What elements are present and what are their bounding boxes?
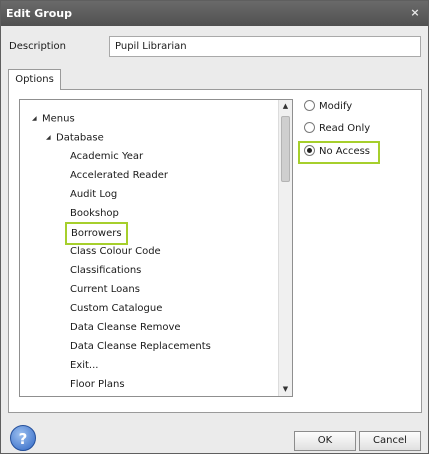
tree-item-current-loans[interactable]: Current Loans — [70, 280, 140, 299]
radio-label: No Access — [319, 146, 371, 157]
expanded-arrow-icon[interactable]: ◢ — [32, 109, 42, 128]
expanded-arrow-icon[interactable]: ◢ — [46, 128, 56, 147]
tree-item-classifications[interactable]: Classifications — [70, 261, 141, 280]
scroll-thumb[interactable] — [281, 116, 290, 182]
radio-no-access[interactable]: No Access — [304, 144, 370, 160]
help-icon[interactable]: ? — [10, 425, 36, 451]
tree-item-custom-catalogue[interactable]: Custom Catalogue — [70, 299, 162, 318]
radio-read-only[interactable]: Read Only — [304, 121, 370, 137]
radio-unchecked-icon[interactable] — [304, 100, 315, 111]
tree-item-class-colour-code[interactable]: Class Colour Code — [70, 242, 161, 261]
tree-item-label: Database — [56, 132, 104, 144]
scroll-down-arrow-icon[interactable]: ▼ — [279, 383, 292, 396]
radio-unchecked-icon[interactable] — [304, 122, 315, 133]
close-icon[interactable]: × — [408, 6, 422, 20]
tree-item-academic-year[interactable]: Academic Year — [70, 147, 143, 166]
tree-item-exit[interactable]: Exit... — [70, 356, 98, 375]
description-label: Description — [9, 41, 66, 52]
tree-item-floor-plans[interactable]: Floor Plans — [70, 375, 125, 394]
tree-item-menus[interactable]: ◢ Menus — [32, 109, 75, 128]
scroll-up-arrow-icon[interactable]: ▲ — [279, 100, 292, 113]
tab-options[interactable]: Options — [8, 69, 61, 90]
menu-tree: ◢ Menus ◢ Database Academic Year Accelerat… — [19, 99, 293, 397]
tree-item-audit-log[interactable]: Audit Log — [70, 185, 117, 204]
tree-item-data-cleanse-replacements[interactable]: Data Cleanse Replacements — [70, 337, 211, 356]
radio-label: Read Only — [319, 123, 371, 134]
tree-item-database[interactable]: ◢ Database — [46, 128, 104, 147]
tree-scrollbar[interactable]: ▲ ▼ — [278, 100, 292, 396]
title-bar: Edit Group × — [1, 1, 428, 26]
tree-item-accelerated-reader[interactable]: Accelerated Reader — [70, 166, 168, 185]
tree-item-data-cleanse-remove[interactable]: Data Cleanse Remove — [70, 318, 181, 337]
description-input[interactable] — [109, 36, 421, 57]
tree-item-label: Menus — [42, 113, 75, 125]
tree-item-borrowers[interactable]: Borrowers — [65, 222, 128, 245]
edit-group-dialog: Edit Group × Description Options ◢Menus … — [0, 0, 429, 454]
cancel-button[interactable]: Cancel — [359, 431, 421, 451]
radio-modify[interactable]: Modify — [304, 99, 352, 115]
window-title: Edit Group — [6, 7, 72, 20]
radio-label: Modify — [319, 101, 353, 112]
ok-button[interactable]: OK — [294, 431, 356, 451]
radio-checked-icon[interactable] — [304, 145, 315, 156]
tree-item-bookshop[interactable]: Bookshop — [70, 204, 119, 223]
